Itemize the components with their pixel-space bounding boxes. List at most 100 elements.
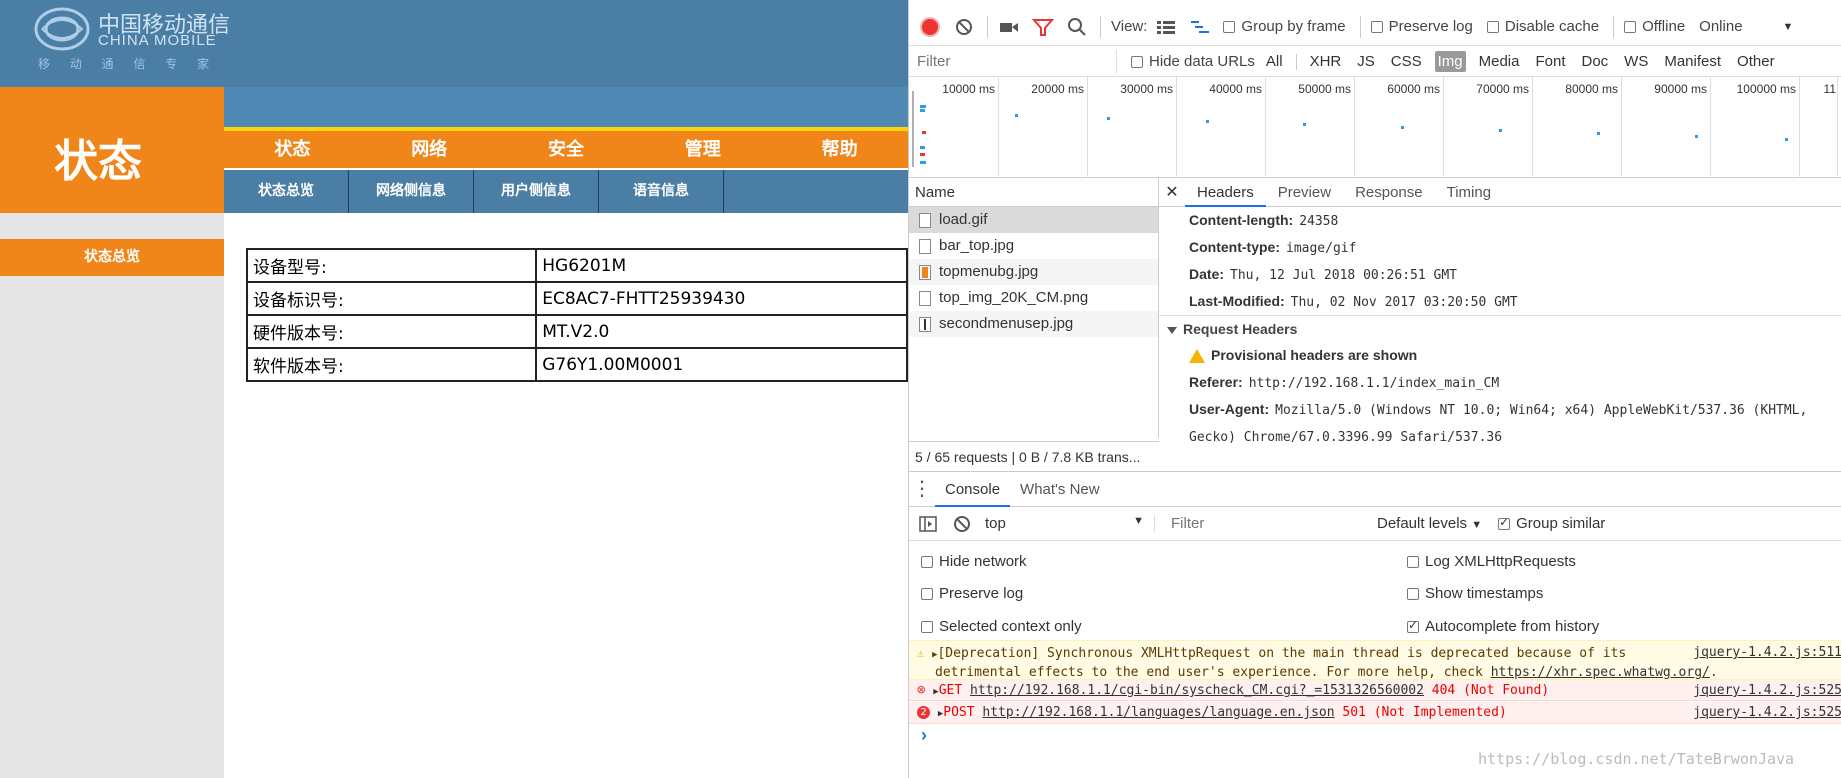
- submenu-item-overview[interactable]: 状态总览: [224, 170, 349, 213]
- list-item[interactable]: top_img_20K_CM.png: [909, 285, 1158, 311]
- submenu-item-network-side[interactable]: 网络侧信息: [349, 170, 474, 213]
- menu-item-management[interactable]: 管理: [634, 131, 771, 168]
- type-filter-img[interactable]: Img: [1434, 51, 1466, 72]
- type-filter-media[interactable]: Media: [1476, 51, 1523, 72]
- timeline-label: 80000 ms: [1565, 82, 1618, 96]
- type-filter-doc[interactable]: Doc: [1578, 51, 1611, 72]
- timeline-label: 50000 ms: [1298, 82, 1351, 96]
- close-icon[interactable]: ✕: [1159, 182, 1185, 202]
- type-filter-js[interactable]: JS: [1354, 51, 1378, 72]
- timeline-tick: 60000 ms: [1387, 77, 1444, 178]
- setting-row[interactable]: Show timestamps: [1407, 585, 1543, 602]
- record-icon[interactable]: [919, 16, 941, 38]
- hide-data-urls-checkbox[interactable]: [1131, 55, 1143, 68]
- file-name: load.gif: [939, 211, 988, 228]
- preserve-log-checkbox[interactable]: [1370, 20, 1383, 33]
- setting-label: Selected context only: [939, 618, 1082, 635]
- console-prompt[interactable]: ›: [921, 725, 927, 746]
- setting-row[interactable]: Autocomplete from history: [1407, 618, 1599, 635]
- setting-row[interactable]: Hide network: [921, 553, 1027, 570]
- type-filter-xhr[interactable]: XHR: [1307, 51, 1345, 72]
- chevron-down-icon: ▼: [1471, 519, 1483, 531]
- request-detail-pane: ✕ Headers Preview Response Timing Conten…: [1159, 178, 1841, 471]
- request-method: POST: [943, 705, 975, 720]
- type-filter-other[interactable]: Other: [1734, 51, 1778, 72]
- setting-row[interactable]: Preserve log: [921, 585, 1023, 602]
- group-similar-checkbox[interactable]: [1498, 515, 1511, 530]
- preserve-log-checkbox[interactable]: [921, 588, 933, 601]
- hide-network-checkbox[interactable]: [921, 556, 933, 569]
- request-headers-section[interactable]: Request Headers: [1159, 315, 1841, 342]
- timeline-tick: 100000 ms: [1737, 77, 1800, 178]
- tab-headers[interactable]: Headers: [1185, 178, 1266, 207]
- table-row: 设备型号: HG6201M: [245, 248, 908, 283]
- show-timestamps-checkbox[interactable]: [1407, 588, 1419, 601]
- timeline-tick: 90000 ms: [1654, 77, 1711, 178]
- submenu-item-voice[interactable]: 语音信息: [599, 170, 724, 213]
- waterfall-icon[interactable]: [1189, 16, 1211, 38]
- list-item[interactable]: secondmenusep.jpg: [909, 311, 1158, 337]
- timeline-request-dot: [1206, 120, 1209, 123]
- context-select[interactable]: top ▼: [985, 515, 1155, 532]
- selected-context-checkbox[interactable]: [921, 621, 933, 634]
- chevron-down-icon[interactable]: ▼: [1783, 21, 1794, 33]
- type-filter-manifest[interactable]: Manifest: [1661, 51, 1724, 72]
- sidebar-toggle-icon[interactable]: [917, 513, 939, 535]
- menu-item-help[interactable]: 帮助: [771, 131, 908, 168]
- filter-icon[interactable]: [1031, 16, 1055, 38]
- throttling-select[interactable]: Online: [1699, 18, 1742, 35]
- message-source-link[interactable]: jquery-1.4.2.js:511: [1693, 644, 1841, 662]
- setting-row[interactable]: Log XMLHttpRequests: [1407, 553, 1576, 570]
- name-column-header[interactable]: Name: [909, 178, 1158, 207]
- info-value: EC8AC7-FHTT25939430: [535, 281, 908, 316]
- timeline-request-dot: [1401, 126, 1404, 129]
- setting-label: Log XMLHttpRequests: [1425, 553, 1576, 570]
- file-name: bar_top.jpg: [939, 237, 1015, 254]
- type-filter-ws[interactable]: WS: [1621, 51, 1651, 72]
- capture-screenshots-icon[interactable]: [998, 16, 1020, 38]
- group-by-frame-checkbox[interactable]: [1223, 20, 1236, 33]
- offline-checkbox[interactable]: [1624, 20, 1637, 33]
- search-icon[interactable]: [1066, 16, 1088, 38]
- list-item[interactable]: load.gif: [909, 207, 1158, 233]
- setting-label: Preserve log: [939, 585, 1024, 602]
- message-source-link[interactable]: jquery-1.4.2.js:525: [1693, 680, 1841, 700]
- type-filter-css[interactable]: CSS: [1388, 51, 1425, 72]
- request-url-link[interactable]: http://192.168.1.1/cgi-bin/syscheck_CM.c…: [970, 683, 1424, 698]
- request-url-link[interactable]: http://192.168.1.1/languages/language.en…: [982, 705, 1334, 720]
- large-rows-icon[interactable]: [1155, 16, 1177, 38]
- list-item[interactable]: topmenubg.jpg: [909, 259, 1158, 285]
- submenu-item-user-side[interactable]: 用户侧信息: [474, 170, 599, 213]
- tab-whats-new[interactable]: What's New: [1010, 472, 1110, 507]
- timeline-label: 10000 ms: [942, 82, 995, 96]
- clear-icon[interactable]: [953, 16, 975, 38]
- message-link[interactable]: https://xhr.spec.whatwg.org/: [1491, 665, 1710, 679]
- header-strip: [224, 87, 908, 127]
- menu-item-status[interactable]: 状态: [224, 131, 361, 168]
- prompt-icon: ›: [921, 725, 927, 745]
- log-levels-select[interactable]: Default levels ▼: [1377, 515, 1482, 532]
- list-item[interactable]: bar_top.jpg: [909, 233, 1158, 259]
- menu-item-security[interactable]: 安全: [498, 131, 635, 168]
- type-filter-all[interactable]: All: [1263, 51, 1286, 72]
- tab-timing[interactable]: Timing: [1435, 178, 1503, 207]
- type-filter-font[interactable]: Font: [1532, 51, 1568, 72]
- more-vert-icon[interactable]: ⋮: [909, 479, 935, 499]
- console-filter-input[interactable]: [1165, 511, 1365, 536]
- network-filter-input[interactable]: [909, 49, 1117, 74]
- log-xhr-checkbox[interactable]: [1407, 556, 1419, 569]
- sidebar-item-overview[interactable]: 状态总览: [0, 239, 224, 276]
- disable-cache-checkbox[interactable]: [1486, 20, 1499, 33]
- clear-console-icon[interactable]: [951, 513, 973, 535]
- message-source-link[interactable]: jquery-1.4.2.js:525: [1693, 702, 1841, 723]
- message-text: [Deprecation] Synchronous XMLHttpRequest…: [937, 646, 1627, 661]
- tab-response[interactable]: Response: [1343, 178, 1435, 207]
- network-overview-timeline[interactable]: 10000 ms 20000 ms 30000 ms 40000 ms 5000…: [909, 77, 1841, 178]
- network-status-bar: 5 / 65 requests | 0 B / 7.8 KB trans...: [909, 441, 1159, 471]
- setting-row[interactable]: Selected context only: [921, 618, 1082, 635]
- tab-preview[interactable]: Preview: [1266, 178, 1343, 207]
- autocomplete-checkbox[interactable]: [1407, 618, 1419, 634]
- menu-item-network[interactable]: 网络: [361, 131, 498, 168]
- info-key: 硬件版本号:: [245, 314, 538, 349]
- tab-console[interactable]: Console: [935, 472, 1011, 507]
